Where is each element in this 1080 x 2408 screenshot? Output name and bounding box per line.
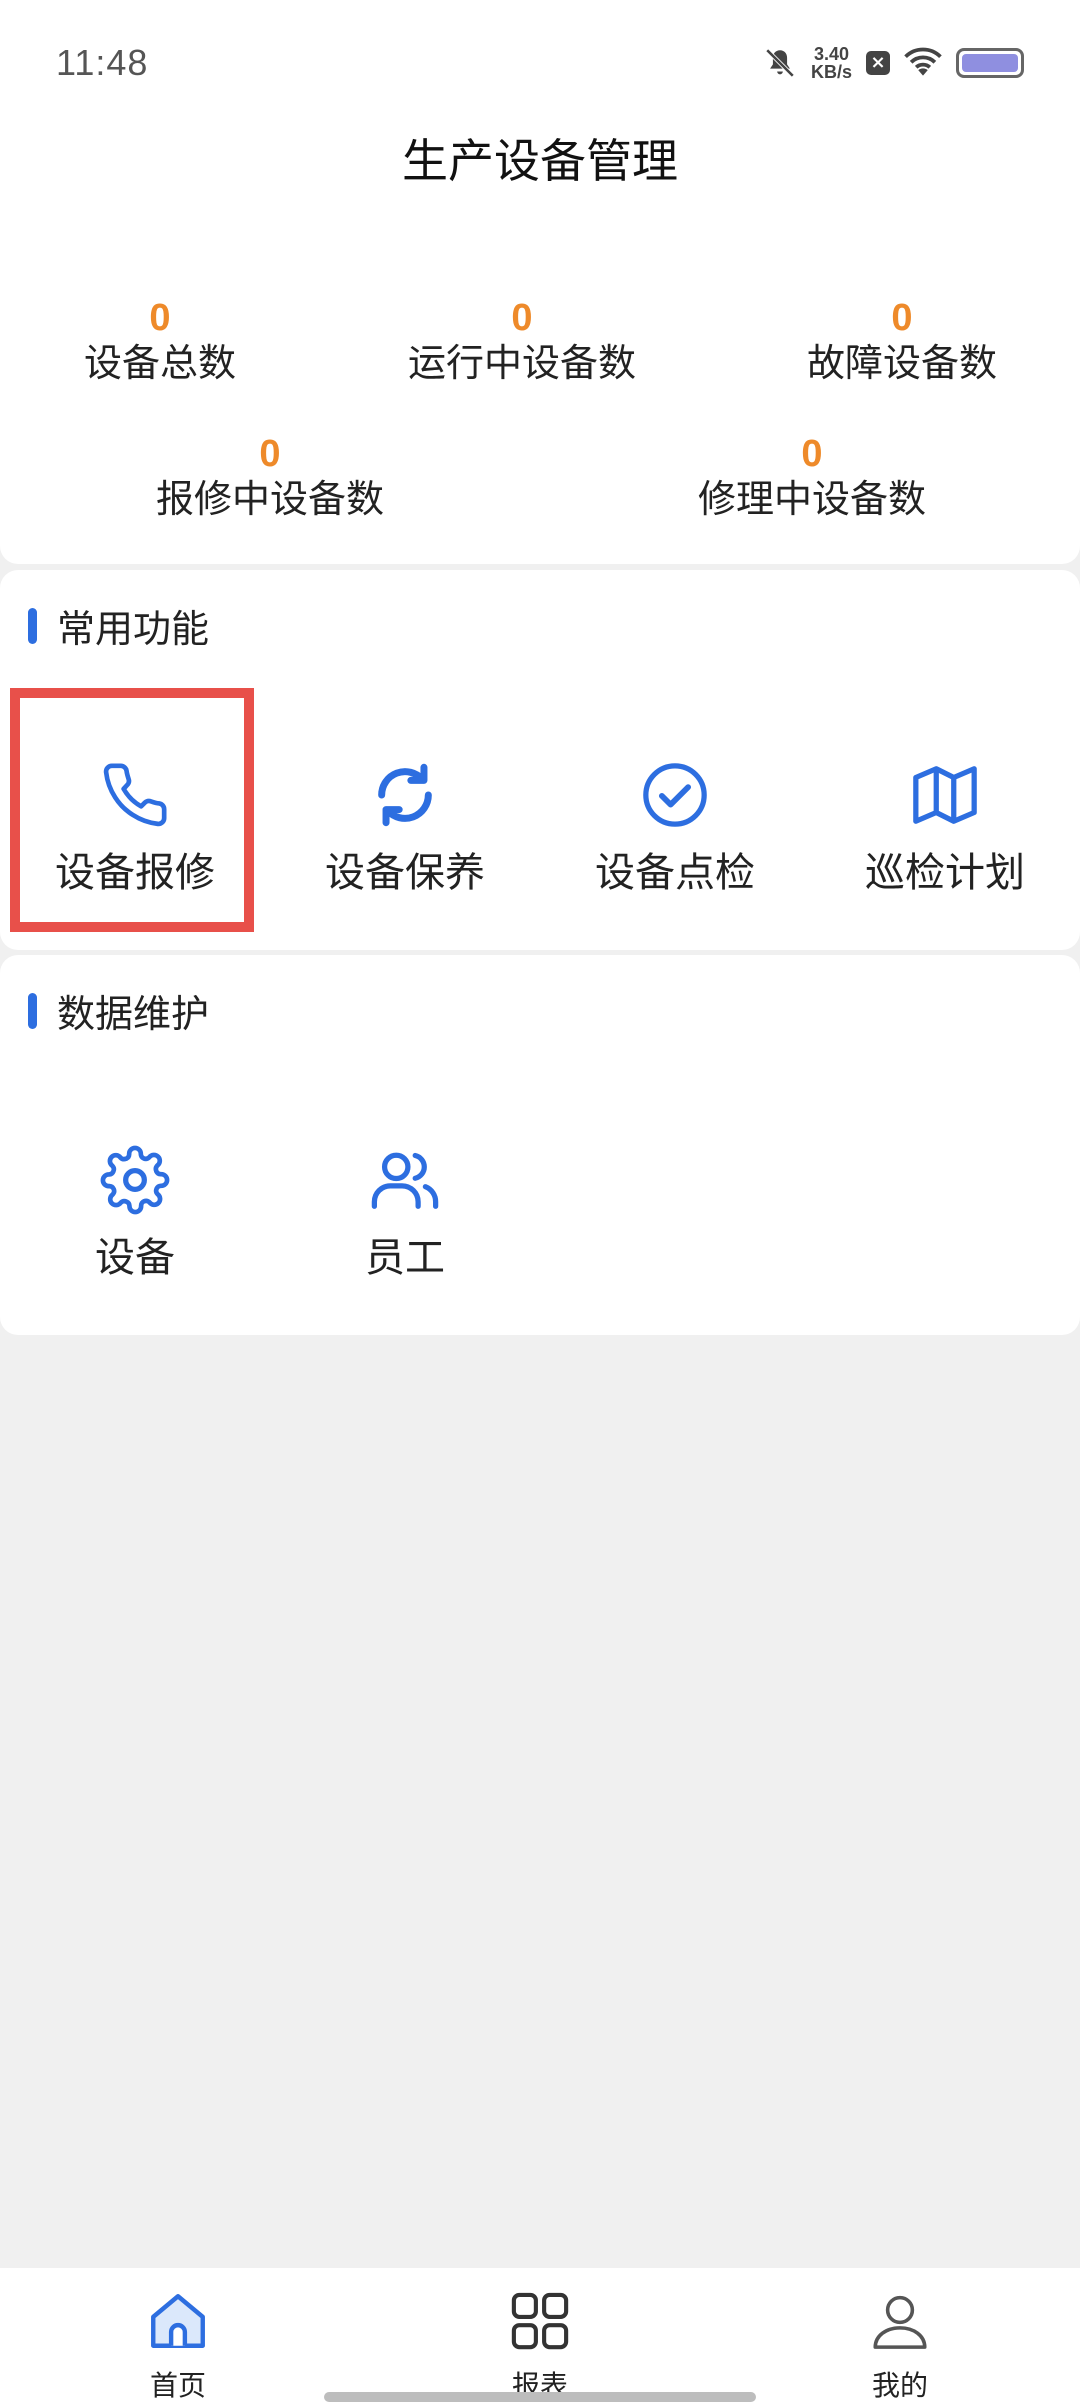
section-accent-bar <box>28 992 37 1029</box>
home-indicator[interactable] <box>324 2392 756 2402</box>
stat-value: 0 <box>149 297 171 339</box>
stat-value: 0 <box>259 433 281 475</box>
data-maintenance-section: 数据维护 设备 员工 <box>0 955 1080 1335</box>
stat-reported[interactable]: 0 报修中设备数 <box>120 432 420 522</box>
highlight-box <box>10 688 254 932</box>
bell-muted-icon <box>765 48 795 78</box>
func-label: 巡检计划 <box>865 850 1025 896</box>
func-label: 员工 <box>365 1235 445 1281</box>
nav-item-home[interactable]: 首页 <box>78 2268 278 2408</box>
func-label: 设备点检 <box>595 850 755 896</box>
home-icon <box>151 2294 205 2348</box>
stat-running[interactable]: 0 运行中设备数 <box>372 296 672 386</box>
section-title: 数据维护 <box>57 992 210 1036</box>
status-bar: 11:48 3.40 KB/s × <box>0 0 1080 126</box>
stat-value: 0 <box>891 297 913 339</box>
stat-value: 0 <box>511 297 533 339</box>
section-accent-bar <box>28 607 37 644</box>
net-speed-value: 3.40 <box>813 44 850 64</box>
user-icon <box>873 2295 927 2349</box>
nav-label: 首页 <box>149 2369 206 2402</box>
inspection-button[interactable]: 设备点检 <box>560 690 790 920</box>
battery-icon <box>956 48 1024 78</box>
map-icon <box>913 766 977 824</box>
stat-total[interactable]: 0 设备总数 <box>10 296 310 386</box>
wifi-icon <box>904 47 942 76</box>
battery-fill <box>962 54 1018 72</box>
refresh-icon <box>378 763 432 827</box>
page-title: 生产设备管理 <box>0 126 1080 226</box>
stat-label: 报修中设备数 <box>155 477 384 521</box>
section-header: 数据维护 <box>28 983 209 1038</box>
func-label: 设备 <box>95 1235 175 1281</box>
stat-label: 故障设备数 <box>806 341 997 385</box>
stat-label: 运行中设备数 <box>407 341 636 385</box>
nav-label: 我的 <box>871 2369 928 2402</box>
stat-label: 修理中设备数 <box>697 477 926 521</box>
section-title: 常用功能 <box>57 607 210 651</box>
net-speed-unit: KB/s <box>810 62 852 82</box>
status-time: 11:48 <box>56 42 149 83</box>
equipment-data-button[interactable]: 设备 <box>20 1075 250 1305</box>
section-header: 常用功能 <box>28 598 209 653</box>
status-icons: 3.40 KB/s × <box>763 40 1024 86</box>
func-label: 设备保养 <box>325 850 485 896</box>
sim-off-icon: × <box>866 51 890 75</box>
gear-icon <box>100 1145 170 1215</box>
maintenance-button[interactable]: 设备保养 <box>290 690 520 920</box>
stat-repairing[interactable]: 0 修理中设备数 <box>662 432 962 522</box>
nav-item-reports[interactable]: 报表 <box>440 2268 640 2408</box>
inspection-plan-button[interactable]: 巡检计划 <box>830 690 1060 920</box>
check-circle-icon <box>643 763 707 827</box>
nav-item-profile[interactable]: 我的 <box>800 2268 1000 2408</box>
net-speed: 3.40 KB/s <box>811 45 852 81</box>
bottom-nav: 首页 报表 我的 <box>0 2268 1080 2408</box>
stat-faulty[interactable]: 0 故障设备数 <box>752 296 1052 386</box>
stats-card: 0 设备总数 0 运行中设备数 0 故障设备数 0 报修中设备数 0 修理中设备… <box>0 224 1080 564</box>
stat-label: 设备总数 <box>83 341 236 385</box>
stat-value: 0 <box>801 433 823 475</box>
users-icon <box>371 1152 439 1209</box>
grid-icon <box>511 2292 569 2350</box>
screen: 11:48 3.40 KB/s × 生产设备管理 0 设备总数 0 运行中设备数… <box>0 0 1080 2408</box>
employee-data-button[interactable]: 员工 <box>290 1075 520 1305</box>
